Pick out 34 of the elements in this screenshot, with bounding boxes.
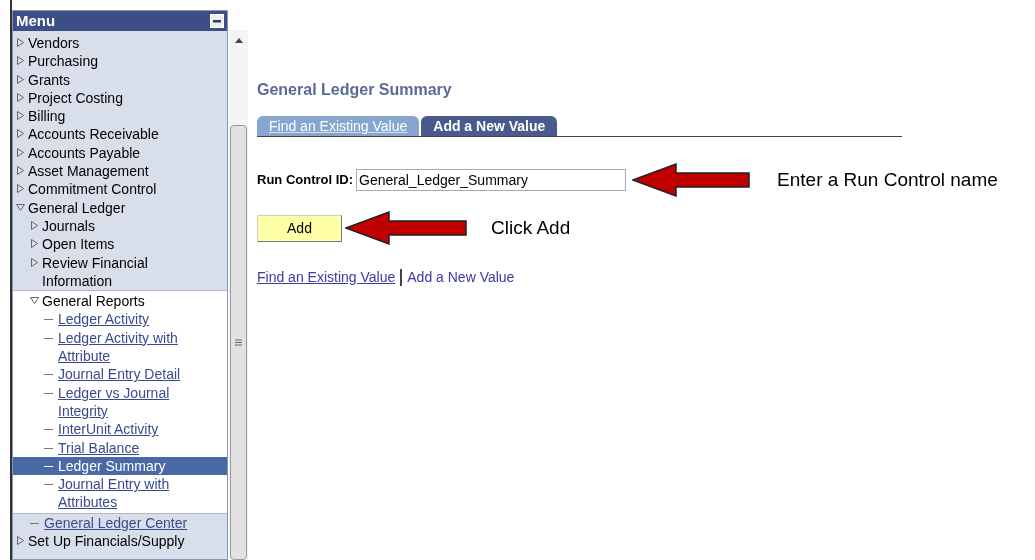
menu-link[interactable]: Journal Entry Detail bbox=[13, 365, 227, 384]
menu-link[interactable]: Trial Balance bbox=[13, 438, 227, 457]
menu-folder[interactable]: Asset Management bbox=[28, 162, 149, 181]
menu-folder[interactable]: Grants bbox=[28, 70, 70, 89]
menu-link[interactable]: General Ledger Center bbox=[13, 513, 227, 532]
menu-folder[interactable]: Project Costing bbox=[28, 88, 123, 108]
menu-folder[interactable]: Purchasing bbox=[28, 52, 99, 71]
field-label: Run Control ID: bbox=[257, 171, 354, 190]
menu-folder[interactable]: General Reports bbox=[42, 292, 145, 311]
menu-link[interactable]: Ledger vs Journal Integrity bbox=[13, 383, 227, 421]
tab[interactable]: Add a New Value bbox=[421, 116, 558, 136]
menu-folder[interactable]: Set Up Financials/Supply bbox=[28, 532, 185, 551]
menu-link[interactable]: Ledger Summary bbox=[13, 456, 227, 476]
menu-folder[interactable]: Open Items bbox=[42, 235, 115, 254]
find-existing-link[interactable]: Find an Existing Value bbox=[257, 267, 396, 288]
annotation-text: Enter a Run Control name bbox=[777, 167, 998, 192]
menu-folder[interactable]: Review Financial Information bbox=[42, 253, 201, 291]
menu-folder[interactable]: General Ledger bbox=[28, 198, 126, 217]
menu-folder[interactable]: Vendors bbox=[28, 34, 80, 53]
menu-link[interactable]: Journal Entry with Attributes bbox=[13, 475, 227, 512]
run-control-field[interactable]: General_Ledger_Summary bbox=[356, 169, 627, 191]
annotation-text: Click Add bbox=[491, 215, 571, 240]
menu-folder[interactable]: Accounts Receivable bbox=[28, 125, 159, 144]
menu-title: Menu bbox=[16, 10, 56, 31]
menu-link[interactable]: Ledger Activity with Attribute bbox=[13, 328, 227, 366]
menu-link[interactable]: InterUnit Activity bbox=[13, 420, 227, 439]
add-new-link[interactable]: Add a New Value bbox=[407, 267, 515, 288]
menu-folder[interactable]: Accounts Payable bbox=[28, 143, 141, 163]
menu-folder[interactable]: Commitment Control bbox=[28, 180, 157, 199]
menu-folder[interactable]: Journals bbox=[42, 216, 95, 236]
add-button[interactable]: Add bbox=[257, 214, 342, 242]
menu-folder[interactable]: Billing bbox=[28, 107, 66, 126]
page-title: General Ledger Summary bbox=[257, 80, 453, 100]
menu-link[interactable]: Ledger Activity bbox=[13, 310, 227, 329]
